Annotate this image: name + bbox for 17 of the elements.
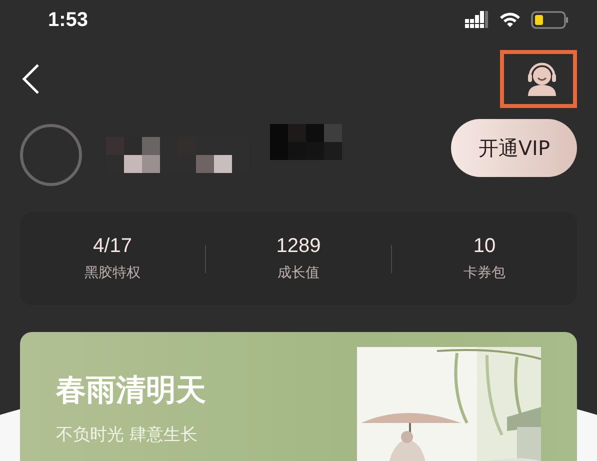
back-icon[interactable] (22, 63, 40, 95)
stat-label[interactable]: 黑胶特权 (84, 264, 140, 282)
stat-value[interactable]: 1289 (276, 235, 321, 258)
status-time: 1:53 (48, 8, 88, 32)
banner-title: 春雨清明天 (56, 372, 207, 410)
wifi-icon (499, 12, 521, 28)
vip-button[interactable]: 开通VIP (451, 119, 577, 177)
blurred-badge (270, 124, 342, 160)
avatar[interactable] (20, 124, 82, 186)
stat-label[interactable]: 成长值 (278, 264, 320, 282)
stat-value[interactable]: 4/17 (93, 235, 132, 258)
stat-label[interactable]: 卡券包 (464, 264, 506, 282)
battery-icon (531, 11, 569, 29)
signal-icon (465, 11, 489, 29)
banner-subtitle: 不负时光 肆意生长 (56, 424, 198, 446)
headset-person-icon[interactable] (526, 62, 558, 96)
stat-value[interactable]: 10 (473, 235, 496, 258)
